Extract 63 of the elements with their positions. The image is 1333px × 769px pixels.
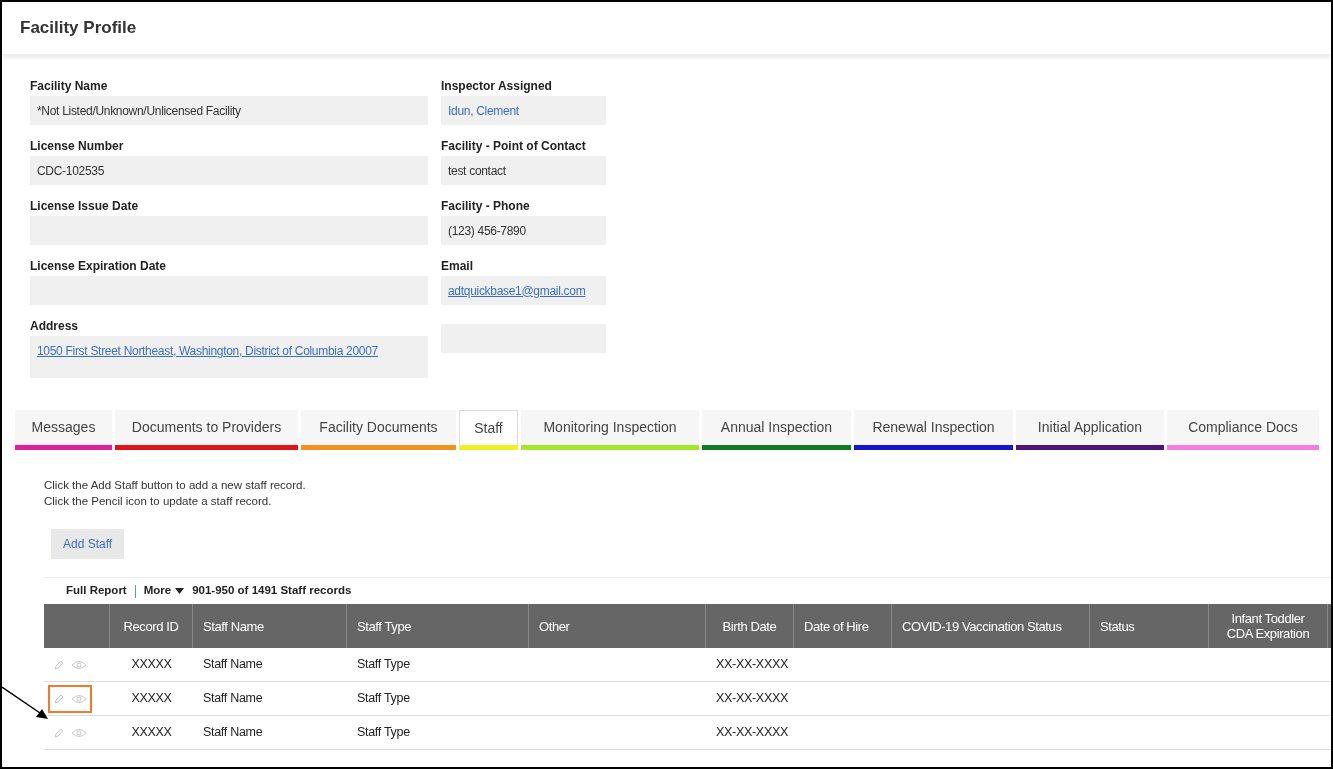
tab[interactable]: Renewal Inspection (854, 410, 1013, 450)
field-label: License Expiration Date (30, 258, 168, 275)
column-header[interactable]: Staff Type (357, 618, 412, 634)
field-label: Facility - Point of Contact (441, 138, 587, 155)
tab[interactable]: Facility Documents (301, 410, 456, 450)
table-cell: Staff Name (203, 725, 263, 740)
table-row[interactable]: XXXXX Staff Name Staff Type XX-XX-XXXX (44, 716, 1331, 750)
table-cell: Staff Name (203, 657, 263, 672)
field-value: *Not Listed/Unknown/Unlicensed Facility (37, 102, 241, 120)
table-cell: XXXXX (131, 657, 172, 672)
column-header[interactable]: Record ID (123, 618, 179, 634)
field-value: Idun, Clement (448, 102, 519, 120)
field-label: Inspector Assigned (441, 78, 553, 95)
field-label: License Issue Date (30, 198, 140, 215)
full-report-link[interactable]: Full Report (66, 582, 127, 600)
field-link[interactable]: adtquickbase1@gmail.com (448, 281, 586, 300)
tab[interactable]: Annual Inspection (702, 410, 851, 450)
table-cell: Staff Type (357, 691, 410, 706)
column-header[interactable]: Staff Name (203, 618, 264, 634)
tab[interactable]: Staff (459, 410, 518, 450)
tab[interactable]: Compliance Docs (1167, 410, 1319, 450)
column-header[interactable]: Other (539, 618, 570, 634)
add-staff-button[interactable]: Add Staff (51, 529, 125, 559)
record-count: 901-950 of 1491 Staff records (192, 583, 352, 599)
field-value: CDC-102535 (37, 162, 105, 180)
column-header[interactable]: Infant Toddler CDA Expiration (1219, 611, 1317, 641)
table-cell: XX-XX-XXXX (716, 725, 789, 740)
tab[interactable]: Monitoring Inspection (521, 410, 699, 450)
page-title: Facility Profile (20, 17, 137, 40)
instruction-text: Click the Add Staff button to add a new staff record. (44, 478, 307, 493)
pencil-icon[interactable] (53, 658, 65, 671)
eye-icon[interactable] (71, 727, 87, 738)
table-cell: XX-XX-XXXX (716, 657, 789, 672)
eye-icon[interactable] (71, 693, 87, 704)
column-header[interactable]: Status (1100, 618, 1135, 634)
field-link[interactable]: 1050 First Street Northeast, Washington, District of Columbia 20007 (37, 342, 378, 360)
table-cell: XXXXX (131, 725, 172, 740)
tab[interactable]: Documents to Providers (115, 410, 298, 450)
field-label: Address (30, 318, 80, 335)
field-value: test contact (448, 162, 506, 180)
table-cell: XXXXX (131, 691, 172, 706)
field-label: Facility - Phone (441, 198, 531, 215)
column-header[interactable]: Birth Date (722, 618, 777, 634)
column-header[interactable]: Date of Hire (804, 618, 869, 634)
eye-icon[interactable] (71, 659, 87, 670)
caret-icon (175, 588, 185, 594)
pencil-icon[interactable] (53, 692, 65, 705)
table-cell: XX-XX-XXXX (716, 691, 789, 706)
more-menu[interactable]: More (143, 582, 185, 600)
table-row[interactable]: XXXXX Staff Name Staff Type XX-XX-XXXX (44, 682, 1331, 716)
tab[interactable]: Messages (15, 410, 112, 450)
table-row[interactable]: XXXXX Staff Name Staff Type XX-XX-XXXX (44, 648, 1331, 682)
instruction-text: Click the Pencil icon to update a staff record. (44, 494, 273, 509)
field-label: License Number (30, 138, 125, 155)
tab[interactable]: Initial Application (1016, 410, 1164, 450)
field-label: Facility Name (30, 78, 109, 95)
table-cell: Staff Type (357, 657, 410, 672)
field-label: Email (441, 258, 474, 275)
pencil-icon[interactable] (53, 726, 65, 739)
table-cell: Staff Name (203, 691, 263, 706)
column-header[interactable]: COVID-19 Vaccination Status (902, 618, 1062, 634)
field-value: (123) 456-7890 (448, 222, 526, 240)
table-cell: Staff Type (357, 725, 410, 740)
